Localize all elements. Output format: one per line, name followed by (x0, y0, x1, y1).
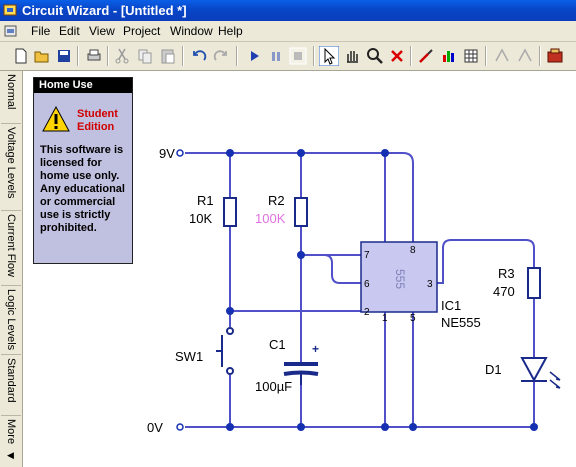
pin-1: 1 (382, 313, 388, 324)
node (381, 423, 389, 431)
stop-icon[interactable] (288, 46, 308, 66)
d1-led[interactable] (520, 357, 561, 389)
pause-icon[interactable] (266, 46, 286, 66)
ground-label: 0V (147, 420, 163, 435)
terminals (176, 149, 184, 431)
zoom-icon[interactable] (365, 46, 385, 66)
rotate-left-icon[interactable] (492, 46, 512, 66)
tab-current-flow[interactable]: Current Flow (1, 211, 21, 286)
pin-7: 7 (364, 250, 370, 261)
r2-value: 100K (255, 211, 286, 226)
schematic-canvas[interactable]: Home Use Student Edition This software i… (23, 71, 576, 467)
c1-value: 100µF (255, 379, 292, 394)
menu-help[interactable]: Help (218, 24, 243, 38)
r3-value: 470 (493, 284, 515, 299)
undo-icon[interactable] (189, 46, 209, 66)
rotate-right-icon[interactable] (515, 46, 535, 66)
pin-8: 8 (410, 245, 416, 256)
pin-3: 3 (427, 279, 433, 290)
c1-name: C1 (269, 337, 286, 352)
menu-edit[interactable]: Edit (59, 24, 80, 38)
r2-resistor[interactable] (294, 197, 308, 227)
copy-icon[interactable] (135, 46, 155, 66)
graph-icon[interactable] (439, 46, 459, 66)
tab-standard[interactable]: Standard (1, 355, 21, 416)
paste-icon[interactable] (158, 46, 178, 66)
node (381, 149, 389, 157)
toolbar (0, 42, 576, 71)
node (226, 307, 234, 315)
r1-value: 10K (189, 211, 212, 226)
open-icon[interactable] (32, 46, 52, 66)
supply-label: 9V (159, 146, 175, 161)
delete-icon[interactable] (387, 46, 407, 66)
component-gallery-icon[interactable] (545, 46, 565, 66)
save-icon[interactable] (54, 46, 74, 66)
menu-window[interactable]: Window (170, 24, 213, 38)
node (226, 423, 234, 431)
node (409, 423, 417, 431)
node (297, 251, 305, 259)
r1-name: R1 (197, 193, 214, 208)
tab-more[interactable]: More ◀ (1, 416, 21, 466)
view-tabs: Normal Voltage Levels Current Flow Logic… (0, 71, 23, 467)
tab-logic-levels[interactable]: Logic Levels (1, 286, 21, 355)
sw1-name: SW1 (175, 349, 203, 364)
d1-name: D1 (485, 362, 502, 377)
table-icon[interactable] (461, 46, 481, 66)
menu-file[interactable]: File (31, 24, 50, 38)
node (226, 149, 234, 157)
ic1-part: NE555 (441, 315, 481, 330)
pan-hand-icon[interactable] (342, 46, 362, 66)
node (297, 423, 305, 431)
document-icon[interactable] (3, 23, 19, 39)
pin-2: 2 (364, 307, 370, 318)
supply-terminal (176, 149, 184, 157)
redo-icon[interactable] (211, 46, 231, 66)
menu-project[interactable]: Project (123, 24, 160, 38)
cut-icon[interactable] (112, 46, 132, 66)
wires (185, 152, 535, 428)
window-title: Circuit Wizard - [Untitled *] (22, 3, 187, 18)
r2-name: R2 (268, 193, 285, 208)
node (297, 149, 305, 157)
pin-5: 5 (410, 313, 416, 324)
pin-6: 6 (364, 279, 370, 290)
probe-icon[interactable] (416, 46, 436, 66)
menu-bar: File Edit View Project Window Help (0, 21, 576, 42)
ground-terminal (176, 423, 184, 431)
ic1-body-label: 555 (393, 269, 407, 289)
new-icon[interactable] (11, 46, 31, 66)
select-pointer-icon[interactable] (319, 46, 339, 66)
app-icon (3, 4, 17, 16)
print-icon[interactable] (84, 46, 104, 66)
sw1-switch[interactable] (216, 327, 234, 375)
menu-view[interactable]: View (89, 24, 115, 38)
node (530, 423, 538, 431)
r1-resistor[interactable] (223, 197, 237, 227)
title-bar: Circuit Wizard - [Untitled *] (0, 0, 576, 21)
schematic: + 555 7 8 6 3 2 1 5 9V 0V R1 10K R2 100K… (147, 146, 561, 435)
tab-voltage-levels[interactable]: Voltage Levels (1, 124, 21, 211)
c1-polarity: + (312, 342, 319, 356)
tab-normal[interactable]: Normal (1, 71, 21, 124)
play-icon[interactable] (244, 46, 264, 66)
ic1-name: IC1 (441, 298, 461, 313)
r3-name: R3 (498, 266, 515, 281)
r3-resistor[interactable] (527, 267, 541, 299)
